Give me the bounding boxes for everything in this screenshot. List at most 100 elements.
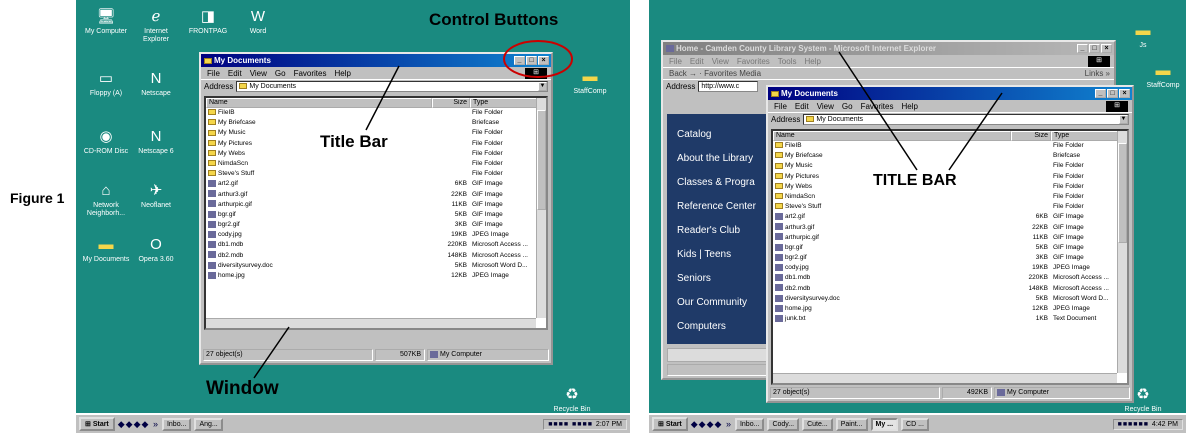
horizontal-scrollbar[interactable]	[206, 318, 536, 328]
start-button[interactable]: ⊞ Start	[79, 417, 115, 431]
menu-view[interactable]: View	[712, 57, 729, 66]
menu-view[interactable]: View	[817, 102, 834, 111]
list-item[interactable]: cody.jpg 19KB JPEG Image	[773, 263, 1127, 273]
sidebar-item[interactable]: Our Community	[667, 296, 777, 309]
menu-file[interactable]: File	[207, 69, 220, 78]
desktop-icon[interactable]: ▬ Js	[1119, 22, 1167, 50]
column-type[interactable]: Type	[1051, 131, 1121, 141]
taskbar-item[interactable]: Inbo...	[161, 417, 192, 431]
sidebar-item[interactable]: Catalog	[667, 128, 777, 141]
sidebar-item[interactable]: Computers	[667, 320, 777, 333]
list-item[interactable]: db2.mdb 148KB Microsoft Access ...	[206, 251, 546, 261]
list-item[interactable]: NimdaScn File Folder	[206, 159, 546, 169]
list-item[interactable]: home.jpg 12KB JPEG Image	[206, 271, 546, 281]
desktop-icon[interactable]: 🖥 My Computer	[82, 8, 130, 36]
chevron-down-icon[interactable]: ▼	[1119, 115, 1128, 124]
desktop-icon[interactable]: N Netscape	[132, 70, 180, 98]
list-item[interactable]: FileIB File Folder	[206, 108, 546, 118]
list-item[interactable]: cody.jpg 19KB JPEG Image	[206, 230, 546, 240]
ie-title-bar[interactable]: Home - Camden County Library System - Mi…	[663, 42, 1114, 55]
menu-edit[interactable]: Edit	[795, 102, 809, 111]
vertical-scrollbar[interactable]	[1117, 131, 1127, 373]
title-bar[interactable]: My Documents _ □ ×	[201, 54, 551, 67]
menu-file[interactable]: File	[669, 57, 682, 66]
menu-help[interactable]: Help	[901, 102, 917, 111]
desktop-icon[interactable]: ◉ CD-ROM Disc	[82, 128, 130, 156]
taskbar-item-active[interactable]: My ...	[870, 417, 899, 431]
menu-go[interactable]: Go	[275, 69, 286, 78]
list-item[interactable]: junk.txt 1KB Text Document	[773, 314, 1127, 324]
maximize-button[interactable]: □	[1107, 89, 1118, 98]
desktop-icon[interactable]: O Opera 3.60	[132, 236, 180, 264]
menu-favorites[interactable]: Favorites	[294, 69, 327, 78]
links-button[interactable]: Links »	[1085, 69, 1114, 78]
taskbar-item[interactable]: Ang...	[194, 417, 223, 431]
list-item[interactable]: My Briefcase Briefcase	[773, 151, 1127, 161]
list-item[interactable]: arthur3.gif 22KB GIF Image	[206, 190, 546, 200]
address-input[interactable]: My Documents ▼	[803, 114, 1129, 125]
close-button[interactable]: ×	[1119, 89, 1130, 98]
list-item[interactable]: home.jpg 12KB JPEG Image	[773, 304, 1127, 314]
desktop-icon[interactable]: ▭ Floppy (A)	[82, 70, 130, 98]
list-item[interactable]: bgr.gif 5KB GIF Image	[206, 210, 546, 220]
list-item[interactable]: diversitysurvey.doc 5KB Microsoft Word D..…	[773, 294, 1127, 304]
list-item[interactable]: db1.mdb 220KB Microsoft Access ...	[206, 240, 546, 250]
desktop-icon[interactable]: ♻ Recycle Bin	[548, 386, 596, 414]
back-button[interactable]: Back → · Favorites Media	[669, 69, 761, 78]
column-type[interactable]: Type	[470, 98, 540, 108]
menu-view[interactable]: View	[250, 69, 267, 78]
list-item[interactable]: bgr2.gif 3KB GIF Image	[773, 253, 1127, 263]
chevron-down-icon[interactable]: ▼	[538, 82, 547, 91]
menu-edit[interactable]: Edit	[690, 57, 704, 66]
scroll-thumb[interactable]	[537, 110, 546, 210]
list-item[interactable]: NimdaScn File Folder	[773, 192, 1127, 202]
clock[interactable]: 2:07 PM	[596, 421, 622, 428]
sidebar-item[interactable]: Reference Center	[667, 200, 777, 213]
list-item[interactable]: arthurpic.gif 11KB GIF Image	[206, 200, 546, 210]
list-item[interactable]: Steve's Stuff File Folder	[206, 169, 546, 179]
sidebar-item[interactable]: About the Library	[667, 152, 777, 165]
list-item[interactable]: bgr2.gif 3KB GIF Image	[206, 220, 546, 230]
taskbar-item[interactable]: Cody...	[767, 417, 800, 431]
menu-help[interactable]: Help	[334, 69, 350, 78]
column-name[interactable]: Name	[773, 131, 1011, 141]
list-item[interactable]: arthur3.gif 22KB GIF Image	[773, 223, 1127, 233]
desktop-icon[interactable]: W Word	[234, 8, 282, 36]
quick-launch[interactable]: ◆◆◆◆ »	[691, 419, 732, 430]
desktop-icon[interactable]: ℯ Internet Explorer	[132, 8, 180, 44]
taskbar-item[interactable]: Paint...	[835, 417, 868, 431]
minimize-button[interactable]: _	[1095, 89, 1106, 98]
menu-edit[interactable]: Edit	[228, 69, 242, 78]
my-documents-window[interactable]: My Documents _ □ × File Edit View Go Fav…	[199, 52, 553, 365]
desktop-icon[interactable]: ✈ Neoflanet	[132, 182, 180, 210]
taskbar-item[interactable]: CD ...	[901, 417, 929, 431]
list-item[interactable]: art2.gif 6KB GIF Image	[206, 179, 546, 189]
list-item[interactable]: My Briefcase Briefcase	[206, 118, 546, 128]
desktop-icon[interactable]: ▬ StaffComp	[566, 68, 614, 96]
desktop-icon[interactable]: ⌂ Network Neighborh...	[82, 182, 130, 218]
menu-favorites[interactable]: Favorites	[861, 102, 894, 111]
list-item[interactable]: FileIB File Folder	[773, 141, 1127, 151]
horizontal-scrollbar[interactable]	[773, 373, 1117, 383]
minimize-button[interactable]: _	[514, 56, 525, 65]
close-button[interactable]: ×	[538, 56, 549, 65]
minimize-button[interactable]: _	[1077, 44, 1088, 53]
desktop-icon[interactable]: ▬ My Documents	[82, 236, 130, 264]
close-button[interactable]: ×	[1101, 44, 1112, 53]
menu-favorites[interactable]: Favorites	[737, 57, 770, 66]
menu-tools[interactable]: Tools	[778, 57, 797, 66]
clock[interactable]: 4:42 PM	[1152, 421, 1178, 428]
desktop-icon[interactable]: N Netscape 6	[132, 128, 180, 156]
menu-help[interactable]: Help	[804, 57, 820, 66]
maximize-button[interactable]: □	[1089, 44, 1100, 53]
title-bar[interactable]: My Documents _ □ ×	[768, 87, 1132, 100]
my-documents-window[interactable]: My Documents _ □ × File Edit View Go Fav…	[766, 85, 1134, 403]
list-item[interactable]: art2.gif 6KB GIF Image	[773, 212, 1127, 222]
start-button[interactable]: ⊞ Start	[652, 417, 688, 431]
column-name[interactable]: Name	[206, 98, 432, 108]
menu-file[interactable]: File	[774, 102, 787, 111]
menu-go[interactable]: Go	[842, 102, 853, 111]
maximize-button[interactable]: □	[526, 56, 537, 65]
address-input[interactable]: My Documents ▼	[236, 81, 548, 92]
scroll-thumb[interactable]	[1118, 143, 1127, 243]
